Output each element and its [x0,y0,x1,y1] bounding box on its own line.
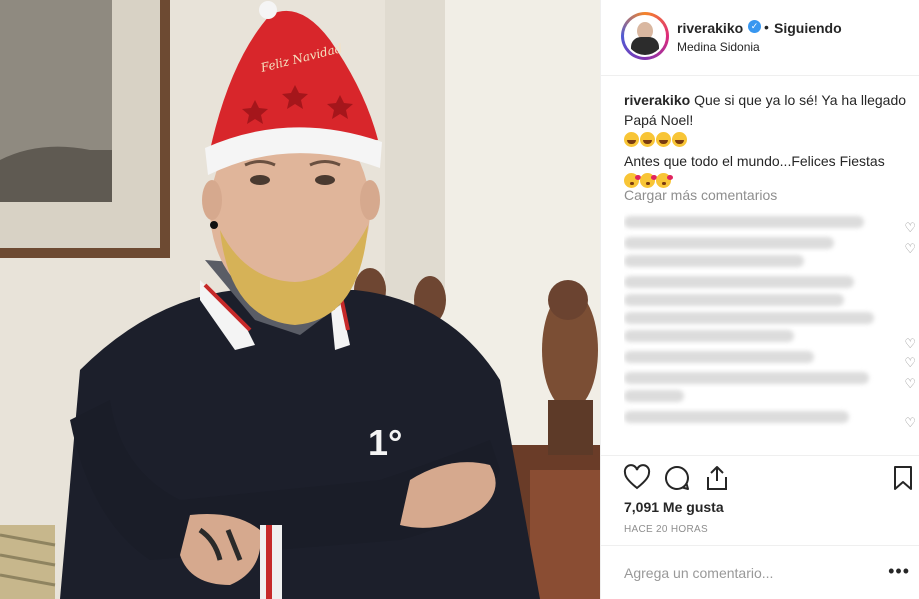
list-item: ♡ [624,216,916,235]
add-comment-bar: ••• [601,545,919,599]
comment-like-heart-icon[interactable]: ♡ [904,241,916,257]
list-item: ♡ [624,351,916,370]
caption-username[interactable]: riverakiko [624,92,690,108]
more-options-icon[interactable]: ••• [888,561,910,582]
list-item: ♡ [624,411,916,430]
likes-count[interactable]: 7,091 Me gusta [624,499,724,515]
laughing-emoji-icon [656,131,671,147]
comment-like-heart-icon[interactable]: ♡ [904,376,916,392]
timestamp[interactable]: HACE 20 HORAS [624,524,708,535]
comment-input[interactable] [624,562,874,584]
comment-like-heart-icon[interactable]: ♡ [904,220,916,236]
load-more-comments-button[interactable]: Cargar más comentarios [624,187,777,203]
comment-like-heart-icon[interactable]: ♡ [904,415,916,431]
post-photo[interactable]: Feliz Navidad 1° [0,0,600,599]
kiss-emoji-icon [640,172,657,188]
post-image: Feliz Navidad 1° [0,0,600,599]
separator-dot: • [764,19,769,35]
heart-icon[interactable] [623,464,651,492]
avatar[interactable] [621,12,669,60]
comment-icon[interactable] [663,464,691,492]
laughing-emoji-icon [672,131,687,147]
verified-badge-icon: ✓ [748,20,761,33]
list-item: ♡ [624,372,916,402]
kiss-emoji-icon [656,172,673,188]
kiss-emoji-icon [624,172,641,188]
location-link[interactable]: Medina Sidonia [677,40,760,54]
post-header: riverakiko ✓ • Siguiendo Medina Sidonia [601,0,919,76]
comment-like-heart-icon[interactable]: ♡ [904,355,916,371]
list-item: ♡ [624,276,916,351]
comment-list: ♡ ♡ ♡ ♡ ♡ ♡ [624,210,916,455]
laughing-emoji-icon [624,131,639,147]
avatar-image [624,15,666,57]
caption-line-2: Antes que todo el mundo...Felices Fiesta… [624,153,885,169]
laughing-emoji-icon [640,131,655,147]
username-link[interactable]: riverakiko [677,20,743,36]
caption: riverakiko Que si que ya lo sé! Ya ha ll… [624,90,916,189]
share-icon[interactable] [703,464,731,492]
bookmark-icon[interactable] [889,464,917,492]
list-item: ♡ [624,237,916,267]
following-button[interactable]: Siguiendo [774,20,842,36]
post-actions: 7,091 Me gusta HACE 20 HORAS [601,455,919,557]
laughing-emoji-row [624,130,916,148]
sweater-logo: 1° [368,422,402,463]
post-sidebar: riverakiko ✓ • Siguiendo Medina Sidonia … [600,0,919,599]
comment-like-heart-icon[interactable]: ♡ [904,336,916,352]
